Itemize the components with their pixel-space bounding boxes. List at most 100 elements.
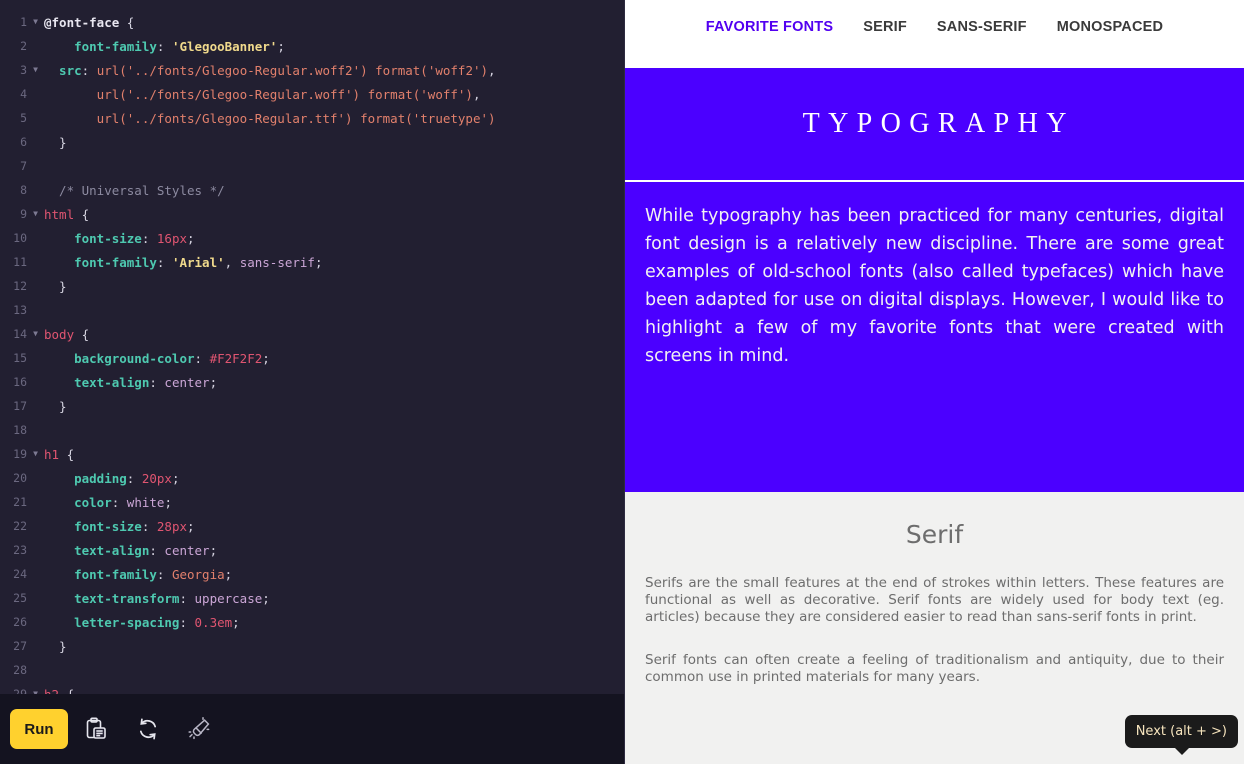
code-line[interactable]: 9 ▼ html { <box>0 202 624 226</box>
code-text: src: url('../fonts/Glegoo-Regular.woff2'… <box>44 62 496 78</box>
code-line[interactable]: 22 font-size: 28px; <box>0 514 624 538</box>
line-number: 16 <box>13 375 27 389</box>
code-line[interactable]: 13 <box>0 298 624 322</box>
line-number: 12 <box>13 279 27 293</box>
line-number: 17 <box>13 399 27 413</box>
line-number: 2 <box>20 39 27 53</box>
code-line[interactable]: 5 url('../fonts/Glegoo-Regular.ttf') for… <box>0 106 624 130</box>
code-line[interactable]: 7 <box>0 154 624 178</box>
code-line[interactable]: 18 <box>0 418 624 442</box>
code-text: font-size: 16px; <box>44 230 195 246</box>
banner-spacer-block <box>625 392 1244 492</box>
nav-link-serif[interactable]: SERIF <box>863 19 907 35</box>
line-number: 20 <box>13 471 27 485</box>
line-number: 29 <box>13 687 27 694</box>
code-line[interactable]: 24 font-family: Georgia; <box>0 562 624 586</box>
code-text: body { <box>44 326 90 342</box>
line-number: 18 <box>13 423 27 437</box>
line-number: 15 <box>13 351 27 365</box>
line-number: 13 <box>13 303 27 317</box>
reset-icon[interactable] <box>124 706 172 752</box>
code-line[interactable]: 8 /* Universal Styles */ <box>0 178 624 202</box>
intro-paragraph: While typography has been practiced for … <box>645 206 1224 366</box>
line-number: 28 <box>13 663 27 677</box>
code-line[interactable]: 1 ▼ @font-face { <box>0 10 624 34</box>
fold-toggle-icon[interactable]: ▼ <box>27 682 44 694</box>
code-text: } <box>44 638 67 654</box>
code-line[interactable]: 12 } <box>0 274 624 298</box>
code-text: background-color: #F2F2F2; <box>44 350 270 366</box>
code-text: font-family: Georgia; <box>44 566 233 582</box>
code-line[interactable]: 14 ▼ body { <box>0 322 624 346</box>
serif-heading: Serif <box>905 520 964 549</box>
line-number: 1 <box>20 15 27 29</box>
code-line[interactable]: 25 text-transform: uppercase; <box>0 586 624 610</box>
code-text: color: white; <box>44 494 172 510</box>
next-step-tooltip: Next (alt + >) <box>1124 715 1238 755</box>
code-text: text-align: center; <box>44 374 218 390</box>
code-text: /* Universal Styles */ <box>44 182 225 198</box>
code-text: url('../fonts/Glegoo-Regular.woff') form… <box>44 86 481 102</box>
page-title: Typography <box>802 108 1075 139</box>
code-line[interactable]: 23 text-align: center; <box>0 538 624 562</box>
code-line[interactable]: 6 } <box>0 130 624 154</box>
line-number: 4 <box>20 87 27 101</box>
code-line[interactable]: 29 ▼ h2 { <box>0 682 624 695</box>
line-number: 6 <box>20 135 27 149</box>
nav-link-sans-serif[interactable]: SANS-SERIF <box>937 19 1027 35</box>
code-line[interactable]: 10 font-size: 16px; <box>0 226 624 250</box>
code-line[interactable]: 2 font-family: 'GlegooBanner'; <box>0 34 624 58</box>
fold-toggle-icon[interactable]: ▼ <box>27 322 44 346</box>
code-line[interactable]: 21 color: white; <box>0 490 624 514</box>
preview-navbar: FAVORITE FONTS SERIF SANS-SERIF MONOSPACED <box>625 0 1244 68</box>
code-text: url('../fonts/Glegoo-Regular.ttf') forma… <box>44 110 496 126</box>
line-number: 22 <box>13 519 27 533</box>
format-clean-icon[interactable] <box>176 706 224 752</box>
code-line[interactable]: 16 text-align: center; <box>0 370 624 394</box>
code-line[interactable]: 19 ▼ h1 { <box>0 442 624 466</box>
line-number: 26 <box>13 615 27 629</box>
nav-link-favorite-fonts[interactable]: FAVORITE FONTS <box>706 19 833 35</box>
code-text: html { <box>44 206 90 222</box>
serif-paragraph-1: Serifs are the small features at the end… <box>645 575 1224 625</box>
code-line[interactable]: 15 background-color: #F2F2F2; <box>0 346 624 370</box>
code-text: padding: 20px; <box>44 470 180 486</box>
line-number: 24 <box>13 567 27 581</box>
line-number: 27 <box>13 639 27 653</box>
code-text: @font-face { <box>44 14 135 30</box>
line-number: 7 <box>20 159 27 173</box>
code-text: } <box>44 134 67 150</box>
line-number: 3 <box>20 63 27 77</box>
intro-block: While typography has been practiced for … <box>625 180 1244 392</box>
code-text: text-transform: uppercase; <box>44 590 270 606</box>
fold-toggle-icon[interactable]: ▼ <box>27 442 44 466</box>
code-line[interactable]: 4 url('../fonts/Glegoo-Regular.woff') fo… <box>0 82 624 106</box>
code-text: } <box>44 398 67 414</box>
code-line[interactable]: 28 <box>0 658 624 682</box>
code-line[interactable]: 27 } <box>0 634 624 658</box>
line-number: 9 <box>20 207 27 221</box>
code-line[interactable]: 3 ▼ src: url('../fonts/Glegoo-Regular.wof… <box>0 58 624 82</box>
code-line[interactable]: 26 letter-spacing: 0.3em; <box>0 610 624 634</box>
line-number: 14 <box>13 327 27 341</box>
serif-paragraph-2: Serif fonts can often create a feeling o… <box>645 652 1224 685</box>
run-button[interactable]: Run <box>10 709 68 749</box>
code-line[interactable]: 17 } <box>0 394 624 418</box>
editor-toolbar: Run <box>0 694 624 764</box>
code-playground: 1 ▼ @font-face {2 font-family: 'GlegooBann… <box>0 0 1244 764</box>
code-line[interactable]: 11 font-family: 'Arial', sans-serif; <box>0 250 624 274</box>
serif-section: Serif Serifs are the small features at t… <box>625 492 1244 722</box>
code-line[interactable]: 20 padding: 20px; <box>0 466 624 490</box>
code-text: h2 { <box>44 686 75 695</box>
line-number: 10 <box>13 231 27 245</box>
code-text: text-align: center; <box>44 542 218 558</box>
fold-toggle-icon[interactable]: ▼ <box>27 202 44 226</box>
fold-toggle-icon[interactable]: ▼ <box>27 58 44 82</box>
code-text: } <box>44 278 67 294</box>
line-number: 11 <box>13 255 27 269</box>
nav-link-monospaced[interactable]: MONOSPACED <box>1057 19 1163 35</box>
fold-toggle-icon[interactable]: ▼ <box>27 10 44 34</box>
line-number: 5 <box>20 111 27 125</box>
code-area[interactable]: 1 ▼ @font-face {2 font-family: 'GlegooBann… <box>0 0 624 695</box>
clipboard-paste-icon[interactable] <box>72 706 120 752</box>
